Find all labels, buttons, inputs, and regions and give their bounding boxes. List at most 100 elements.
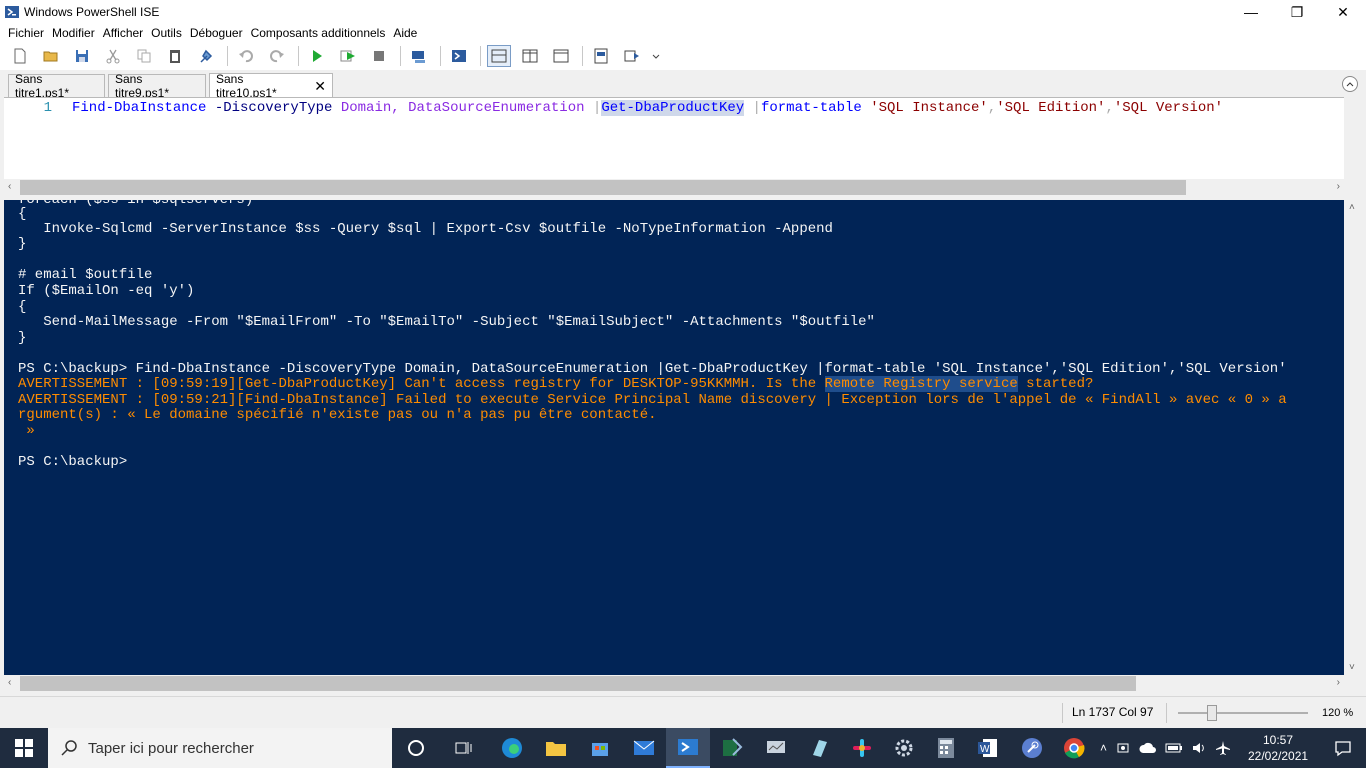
token-string: 'SQL Version' xyxy=(1113,100,1224,116)
taskbar-sql-tool[interactable] xyxy=(1010,728,1054,768)
console-line: Send-MailMessage -From "$EmailFrom" -To … xyxy=(18,314,875,330)
tab-label: Sans titre1.ps1* xyxy=(15,72,70,100)
toolbar-overflow[interactable] xyxy=(651,45,661,67)
token-string: 'SQL Instance' xyxy=(861,100,988,116)
save-button[interactable] xyxy=(70,45,94,67)
menu-aide[interactable]: Aide xyxy=(389,26,421,40)
scroll-right-icon[interactable]: › xyxy=(1337,677,1340,688)
zoom-slider-thumb[interactable] xyxy=(1207,705,1217,721)
clock-time: 10:57 xyxy=(1262,733,1294,747)
taskbar-store[interactable] xyxy=(578,728,622,768)
new-file-button[interactable] xyxy=(8,45,32,67)
excel-tool-icon xyxy=(723,738,743,756)
taskbar-monitor-app[interactable] xyxy=(754,728,798,768)
scroll-left-icon[interactable]: ‹ xyxy=(8,677,11,688)
layout-top-button[interactable] xyxy=(487,45,511,67)
taskbar-mail[interactable] xyxy=(622,728,666,768)
tab-close-icon[interactable]: ✕ xyxy=(314,78,326,95)
collapse-script-pane-button[interactable] xyxy=(1342,76,1358,92)
zoom-slider-track[interactable] xyxy=(1178,712,1308,714)
menu-afficher[interactable]: Afficher xyxy=(99,26,147,40)
layout-right-button[interactable] xyxy=(518,45,542,67)
close-button[interactable]: ✕ xyxy=(1320,0,1366,24)
new-file-icon xyxy=(14,48,26,64)
script-editor[interactable]: 1 Find-DbaInstance -DiscoveryType Domain,… xyxy=(4,97,1344,179)
windows-logo-icon xyxy=(15,739,33,757)
menu-composants[interactable]: Composants additionnels xyxy=(247,26,390,40)
monitor-icon xyxy=(767,741,785,753)
paste-button[interactable] xyxy=(163,45,187,67)
taskbar-notes-app[interactable] xyxy=(798,728,842,768)
start-button[interactable] xyxy=(0,728,48,768)
menu-modifier[interactable]: Modifier xyxy=(48,26,99,40)
tab-sans-titre1[interactable]: Sans titre1.ps1* xyxy=(8,72,105,100)
powershell-ise-icon xyxy=(5,6,19,18)
clear-console-button[interactable] xyxy=(194,45,218,67)
battery-icon[interactable] xyxy=(1165,741,1183,755)
tab-strip: Sans titre1.ps1* Sans titre9.ps1* Sans t… xyxy=(0,70,1366,100)
editor-vertical-scrollbar[interactable] xyxy=(1344,97,1362,179)
console-prompt[interactable]: PS C:\backup> xyxy=(18,455,127,470)
scroll-down-icon[interactable]: ˅ xyxy=(1349,662,1355,673)
taskbar-word[interactable]: W xyxy=(966,728,1010,768)
run-selection-button[interactable] xyxy=(336,45,360,67)
warning-line: » xyxy=(18,423,35,439)
editor-horizontal-scrollbar[interactable]: ‹ › xyxy=(4,179,1344,196)
volume-icon[interactable] xyxy=(1191,740,1207,756)
title-bar: Windows PowerShell ISE — ❐ ✕ xyxy=(0,0,1366,24)
taskbar-slack[interactable] xyxy=(840,728,884,768)
undo-button[interactable] xyxy=(234,45,258,67)
warning-line: rgument(s) : « Le domaine spécifié n'exi… xyxy=(18,407,657,423)
cortana-icon xyxy=(408,740,424,756)
warning-text: AVERTISSEMENT : [09:59:19][Get-DbaProduc… xyxy=(18,376,825,392)
cut-button[interactable] xyxy=(101,45,125,67)
taskbar-clock[interactable]: 10:57 22/02/2021 xyxy=(1248,732,1308,764)
run-selection-icon xyxy=(340,50,355,62)
tab-sans-titre10[interactable]: Sans titre10.ps1* ✕ xyxy=(209,72,333,100)
console-line: Invoke-Sqlcmd -ServerInstance $ss -Query… xyxy=(18,221,833,237)
taskbar-excel-tool[interactable] xyxy=(710,728,754,768)
show-commands-button[interactable] xyxy=(620,45,644,67)
menu-deboguer[interactable]: Déboguer xyxy=(186,26,247,40)
show-script-pane-button[interactable] xyxy=(589,45,613,67)
show-hidden-icons-icon[interactable]: ˄ xyxy=(1100,741,1107,755)
taskbar-explorer[interactable] xyxy=(534,728,578,768)
remote-powershell-button[interactable] xyxy=(407,45,431,67)
scroll-left-icon[interactable]: ‹ xyxy=(8,181,11,192)
taskbar-powershell-ise[interactable] xyxy=(666,728,710,768)
play-icon xyxy=(313,50,322,62)
scroll-right-icon[interactable]: › xyxy=(1337,181,1340,192)
cortana-button[interactable] xyxy=(394,728,438,768)
scrollbar-thumb[interactable] xyxy=(20,676,1136,691)
start-powershell-button[interactable] xyxy=(447,45,471,67)
console-vertical-scrollbar[interactable]: ˄ ˅ xyxy=(1344,200,1362,675)
taskbar-chrome[interactable] xyxy=(1052,728,1096,768)
minimize-button[interactable]: — xyxy=(1228,0,1274,24)
taskbar-settings[interactable] xyxy=(882,728,926,768)
taskbar-search[interactable]: Taper ici pour rechercher xyxy=(48,728,392,768)
layout-max-button[interactable] xyxy=(549,45,573,67)
redo-button[interactable] xyxy=(265,45,289,67)
console-line: foreach ($ss in $sqlservers) xyxy=(18,200,254,208)
console-horizontal-scrollbar[interactable]: ‹ › xyxy=(4,675,1344,692)
menu-outils[interactable]: Outils xyxy=(147,26,186,40)
stop-button[interactable] xyxy=(367,45,391,67)
notification-center-button[interactable] xyxy=(1320,728,1366,768)
taskbar-edge[interactable] xyxy=(490,728,534,768)
console-pane[interactable]: foreach ($ss in $sqlservers) { Invoke-Sq… xyxy=(4,200,1344,675)
copy-button[interactable] xyxy=(132,45,156,67)
taskbar-calculator[interactable] xyxy=(924,728,968,768)
task-view-button[interactable] xyxy=(442,728,486,768)
onedrive-cloud-icon[interactable] xyxy=(1139,741,1157,755)
notes-icon xyxy=(813,740,827,757)
scrollbar-thumb[interactable] xyxy=(20,180,1186,195)
token-command: Find-DbaInstance xyxy=(72,100,207,116)
scroll-up-icon[interactable]: ˄ xyxy=(1349,202,1355,213)
run-script-button[interactable] xyxy=(305,45,329,67)
menu-fichier[interactable]: Fichier xyxy=(4,26,48,40)
airplane-mode-icon[interactable] xyxy=(1215,740,1231,756)
open-button[interactable] xyxy=(39,45,63,67)
meet-now-icon[interactable] xyxy=(1115,740,1131,756)
restore-button[interactable]: ❐ xyxy=(1274,0,1320,24)
tab-sans-titre9[interactable]: Sans titre9.ps1* xyxy=(108,72,206,100)
